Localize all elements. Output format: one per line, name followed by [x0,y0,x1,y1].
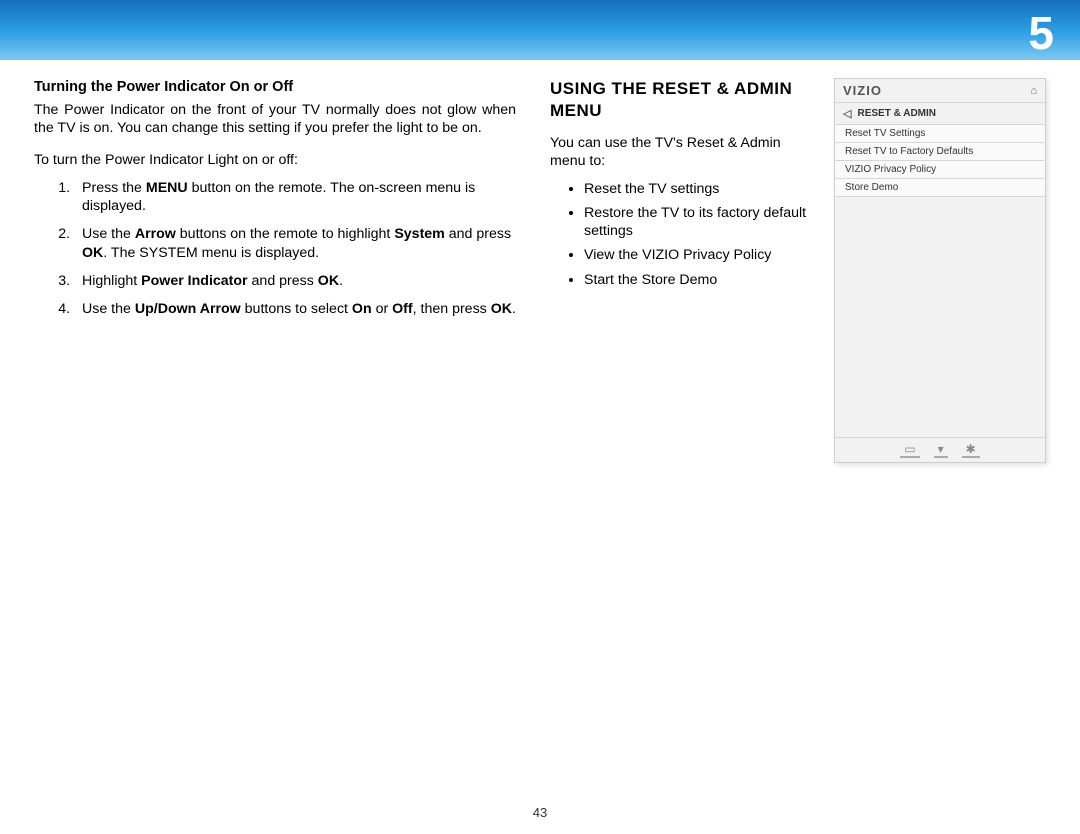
step-2: Use the Arrow buttons on the remote to h… [74,225,516,261]
home-icon: ⌂ [1030,85,1037,97]
right-text-block: USING THE RESET & ADMIN MENU You can use… [550,78,810,463]
tv-menu-item: Store Demo [835,179,1045,197]
tv-menu-footer: ▭ ▾ ✱ [835,437,1045,462]
manual-page: 5 Turning the Power Indicator On or Off … [0,0,1080,834]
tv-menu-empty-area [835,197,1045,437]
page-number: 43 [533,805,547,820]
steps-list: Press the MENU button on the remote. The… [34,179,516,318]
left-intro: The Power Indicator on the front of your… [34,101,516,137]
chapter-number: 5 [1028,6,1054,60]
tv-menu-item: Reset TV Settings [835,125,1045,143]
tv-menu-title: RESET & ADMIN [857,108,936,119]
content-columns: Turning the Power Indicator On or Off Th… [34,78,1046,463]
right-heading: USING THE RESET & ADMIN MENU [550,78,810,122]
bullet-item: View the VIZIO Privacy Policy [584,246,810,264]
step-1: Press the MENU button on the remote. The… [74,179,516,215]
bullet-item: Reset the TV settings [584,180,810,198]
tv-menu-title-row: ◁ RESET & ADMIN [835,103,1045,125]
tv-menu-item: VIZIO Privacy Policy [835,161,1045,179]
tv-menu-item: Reset TV to Factory Defaults [835,143,1045,161]
gear-icon: ✱ [962,442,980,458]
left-lead: To turn the Power Indicator Light on or … [34,151,516,169]
right-intro: You can use the TV's Reset & Admin menu … [550,134,810,170]
tv-menu-header: VIZIO ⌂ [835,79,1045,103]
left-column: Turning the Power Indicator On or Off Th… [34,78,516,463]
back-icon: ◁ [843,107,851,120]
bullet-item: Start the Store Demo [584,271,810,289]
tv-menu-screenshot: VIZIO ⌂ ◁ RESET & ADMIN Reset TV Setting… [834,78,1046,463]
bullet-item: Restore the TV to its factory default se… [584,204,810,240]
right-column: USING THE RESET & ADMIN MENU You can use… [550,78,1046,463]
left-heading: Turning the Power Indicator On or Off [34,78,516,97]
right-bullets: Reset the TV settings Restore the TV to … [550,180,810,289]
wide-icon: ▭ [900,442,919,458]
step-3: Highlight Power Indicator and press OK. [74,272,516,290]
chevron-down-icon: ▾ [934,442,948,458]
header-band [0,0,1080,60]
step-4: Use the Up/Down Arrow buttons to select … [74,300,516,318]
vizio-logo: VIZIO [843,83,882,98]
